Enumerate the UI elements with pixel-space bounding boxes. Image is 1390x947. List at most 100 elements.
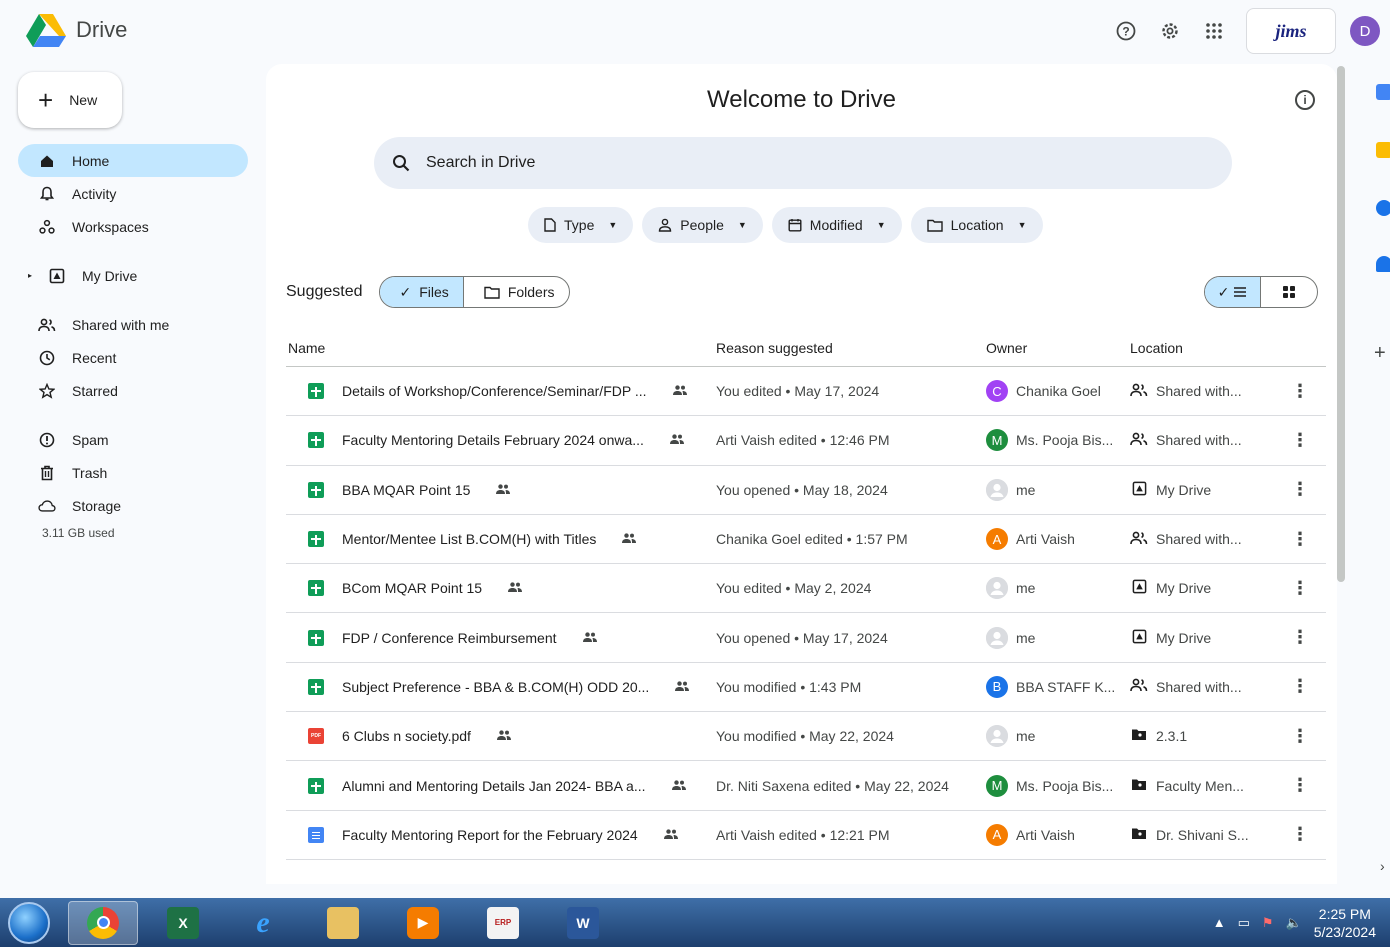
file-name-cell[interactable]: BBA MQAR Point 15 [286, 481, 716, 498]
file-name-cell[interactable]: Mentor/Mentee List B.COM(H) with Titles [286, 531, 716, 548]
sidebar-item-starred[interactable]: Starred [18, 374, 248, 407]
location-cell[interactable]: 2.3.1 [1130, 728, 1280, 744]
more-actions-icon[interactable]: ⋮ [1280, 676, 1320, 697]
sidebar-item-my-drive[interactable]: ▸ My Drive [18, 259, 248, 292]
file-name-cell[interactable]: Alumni and Mentoring Details Jan 2024- B… [286, 777, 716, 794]
location-cell[interactable]: My Drive [1130, 579, 1280, 597]
drive-logo[interactable]: Drive [26, 12, 127, 48]
sidebar-item-storage[interactable]: Storage [18, 489, 248, 522]
more-actions-icon[interactable]: ⋮ [1280, 726, 1320, 747]
sidebar-item-spam[interactable]: Spam [18, 423, 248, 456]
more-actions-icon[interactable]: ⋮ [1280, 627, 1320, 648]
more-actions-icon[interactable]: ⋮ [1280, 775, 1320, 796]
panel-expand-chevron-icon[interactable]: › [1380, 858, 1385, 874]
owner-name: me [1016, 629, 1036, 646]
tray-expand-icon[interactable]: ▲ [1213, 915, 1226, 930]
action-center-flag-icon[interactable]: ⚑ [1262, 915, 1274, 931]
file-name-cell[interactable]: Faculty Mentoring Report for the Februar… [286, 826, 716, 843]
table-row[interactable]: PDF 6 Clubs n society.pdf You modified •… [286, 712, 1326, 762]
file-name-cell[interactable]: Details of Workshop/Conference/Seminar/F… [286, 383, 716, 400]
expand-caret-icon[interactable]: ▸ [28, 271, 32, 280]
filter-location-chip[interactable]: Location ▼ [910, 207, 1043, 243]
taskbar-word[interactable]: W [548, 901, 618, 945]
reason-cell: You edited • May 17, 2024 [716, 383, 880, 400]
default-avatar-icon [986, 478, 1008, 501]
file-name-cell[interactable]: BCom MQAR Point 15 [286, 580, 716, 597]
list-view-button[interactable]: ✓ [1205, 277, 1261, 307]
network-icon[interactable]: ▭ [1238, 915, 1250, 931]
more-actions-icon[interactable]: ⋮ [1280, 381, 1320, 402]
more-actions-icon[interactable]: ⋮ [1280, 479, 1320, 500]
new-button[interactable]: + New [18, 72, 122, 128]
sidebar-item-home[interactable]: Home [18, 144, 248, 177]
table-row[interactable]: BCom MQAR Point 15 You edited • May 2, 2… [286, 564, 1326, 614]
taskbar-tally[interactable]: ERP [468, 901, 538, 945]
table-row[interactable]: BBA MQAR Point 15 You opened • May 18, 2… [286, 466, 1326, 515]
location-cell[interactable]: Dr. Shivani S... [1130, 827, 1280, 843]
help-icon[interactable]: ? [1104, 9, 1148, 53]
location-cell[interactable]: Shared with... [1130, 383, 1280, 400]
tasks-app-icon[interactable] [1376, 200, 1390, 216]
star-icon [38, 382, 56, 399]
taskbar-internet-explorer[interactable]: e [228, 901, 298, 945]
more-actions-icon[interactable]: ⋮ [1280, 578, 1320, 599]
taskbar-media-player[interactable]: ▶ [388, 901, 458, 945]
location-cell[interactable]: My Drive [1130, 481, 1280, 499]
table-row[interactable]: Mentor/Mentee List B.COM(H) with Titles … [286, 515, 1326, 565]
table-row[interactable]: FDP / Conference Reimbursement You opene… [286, 613, 1326, 663]
taskbar-file-explorer[interactable] [308, 901, 378, 945]
file-name-cell[interactable]: Faculty Mentoring Details February 2024 … [286, 432, 716, 449]
sidebar-item-recent[interactable]: Recent [18, 341, 248, 374]
folders-toggle-button[interactable]: Folders [464, 277, 569, 307]
keep-app-icon[interactable] [1376, 142, 1390, 158]
organization-logo[interactable]: jims [1246, 8, 1336, 54]
home-icon [38, 154, 56, 168]
files-toggle-button[interactable]: ✓ Files [379, 277, 464, 307]
search-input[interactable] [426, 154, 1126, 172]
filter-modified-chip[interactable]: Modified ▼ [771, 207, 902, 243]
clock-date: 5/23/2024 [1313, 923, 1376, 940]
main-panel: Welcome to Drive i Type ▼ People ▼ Modif… [266, 64, 1337, 884]
settings-gear-icon[interactable] [1148, 9, 1192, 53]
column-name-header[interactable]: Name [286, 340, 716, 356]
location-cell[interactable]: Faculty Men... [1130, 778, 1280, 794]
owner-cell: A Arti Vaish [986, 823, 1130, 846]
taskbar-clock[interactable]: 2:25 PM 5/23/2024 [1314, 905, 1376, 941]
file-name-cell[interactable]: Subject Preference - BBA & B.COM(H) ODD … [286, 678, 716, 695]
sidebar-item-activity[interactable]: Activity [18, 177, 248, 210]
add-addon-plus-icon[interactable]: + [1374, 342, 1386, 365]
table-row[interactable]: Faculty Mentoring Details February 2024 … [286, 416, 1326, 466]
location-cell[interactable]: Shared with... [1130, 432, 1280, 449]
table-row[interactable]: Faculty Mentoring Report for the Februar… [286, 811, 1326, 860]
calendar-app-icon[interactable] [1376, 84, 1390, 100]
filter-type-chip[interactable]: Type ▼ [528, 207, 634, 243]
table-row[interactable]: Subject Preference - BBA & B.COM(H) ODD … [286, 663, 1326, 713]
file-name-cell[interactable]: PDF 6 Clubs n society.pdf [286, 728, 716, 745]
more-actions-icon[interactable]: ⋮ [1280, 529, 1320, 550]
table-row[interactable]: Alumni and Mentoring Details Jan 2024- B… [286, 761, 1326, 811]
taskbar-excel[interactable]: X [148, 901, 218, 945]
sidebar-item-trash[interactable]: Trash [18, 456, 248, 489]
more-actions-icon[interactable]: ⋮ [1280, 824, 1320, 845]
table-row[interactable]: Details of Workshop/Conference/Seminar/F… [286, 367, 1326, 417]
info-icon[interactable]: i [1295, 90, 1315, 110]
contacts-app-icon[interactable] [1376, 256, 1390, 272]
sidebar-item-shared-with-me[interactable]: Shared with me [18, 308, 248, 341]
suggested-header: Suggested ✓ Files Folders [286, 276, 570, 308]
scrollbar[interactable] [1337, 66, 1345, 582]
folder-icon [484, 286, 500, 299]
search-bar[interactable] [374, 137, 1232, 189]
start-button[interactable] [0, 898, 58, 947]
apps-grid-icon[interactable] [1192, 9, 1236, 53]
volume-icon[interactable]: 🔈 [1286, 915, 1302, 931]
location-cell[interactable]: My Drive [1130, 629, 1280, 647]
grid-view-button[interactable] [1261, 277, 1317, 307]
sidebar-item-workspaces[interactable]: Workspaces [18, 210, 248, 243]
filter-people-chip[interactable]: People ▼ [642, 207, 763, 243]
more-actions-icon[interactable]: ⋮ [1280, 430, 1320, 451]
location-cell[interactable]: Shared with... [1130, 678, 1280, 695]
location-cell[interactable]: Shared with... [1130, 531, 1280, 548]
account-avatar[interactable]: D [1350, 16, 1380, 46]
taskbar-chrome[interactable] [68, 900, 138, 945]
file-name-cell[interactable]: FDP / Conference Reimbursement [286, 629, 716, 646]
